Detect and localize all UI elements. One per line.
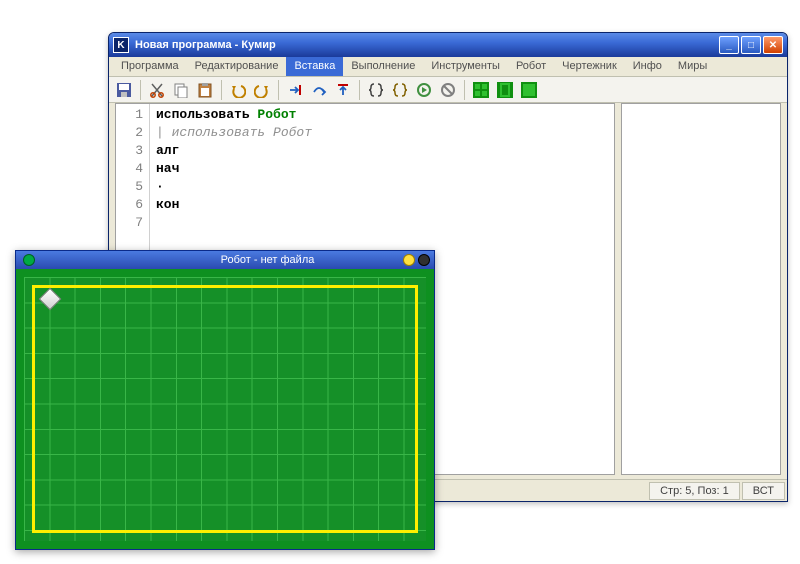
run-icon[interactable] [413,79,435,101]
cursor-position: Стр: 5, Поз: 1 [649,482,740,500]
minimize-button[interactable]: _ [719,36,739,54]
redo-icon[interactable] [251,79,273,101]
robot-dot-icon [23,254,35,266]
maximize-button[interactable]: □ [741,36,761,54]
braces-icon[interactable] [365,79,387,101]
code-line[interactable]: | использовать Робот [156,124,614,142]
menubar: ПрограммаРедактированиеВставкаВыполнение… [109,57,787,77]
robot-field-window[interactable]: Робот - нет файла [15,250,435,550]
menu-чертежник[interactable]: Чертежник [554,57,625,76]
robot-window-title: Робот - нет файла [135,254,400,266]
braces2-icon[interactable] [389,79,411,101]
step-into-icon[interactable] [284,79,306,101]
paste-icon[interactable] [194,79,216,101]
titlebar[interactable]: K Новая программа - Кумир _ □ ✕ [109,33,787,57]
stop-icon[interactable] [437,79,459,101]
copy-icon[interactable] [170,79,192,101]
edit-mode: ВСТ [742,482,785,500]
code-line[interactable]: кон [156,196,614,214]
robot-titlebar[interactable]: Робот - нет файла [16,251,434,269]
menu-программа[interactable]: Программа [113,57,187,76]
app-icon: K [113,37,129,53]
menu-инфо[interactable]: Инфо [625,57,670,76]
robot-wall [32,285,418,533]
menu-выполнение[interactable]: Выполнение [343,57,423,76]
close-button[interactable]: ✕ [763,36,783,54]
toolbar [109,77,787,103]
grid2-icon[interactable] [494,79,516,101]
code-line[interactable]: алг [156,142,614,160]
undo-icon[interactable] [227,79,249,101]
robot-close-icon[interactable] [418,254,430,266]
grid1-icon[interactable] [470,79,492,101]
robot-field[interactable] [16,269,434,549]
code-line[interactable]: использовать Робот [156,106,614,124]
menu-миры[interactable]: Миры [670,57,715,76]
menu-вставка[interactable]: Вставка [286,57,343,76]
step-over-icon[interactable] [308,79,330,101]
code-line[interactable]: · [156,178,614,196]
side-panel [621,103,781,475]
step-out-icon[interactable] [332,79,354,101]
save-icon[interactable] [113,79,135,101]
menu-инструменты[interactable]: Инструменты [423,57,508,76]
grid3-icon[interactable] [518,79,540,101]
window-title: Новая программа - Кумир [135,39,719,51]
cut-icon[interactable] [146,79,168,101]
menu-редактирование[interactable]: Редактирование [187,57,287,76]
robot-minimize-icon[interactable] [403,254,415,266]
menu-робот[interactable]: Робот [508,57,554,76]
code-line[interactable]: нач [156,160,614,178]
